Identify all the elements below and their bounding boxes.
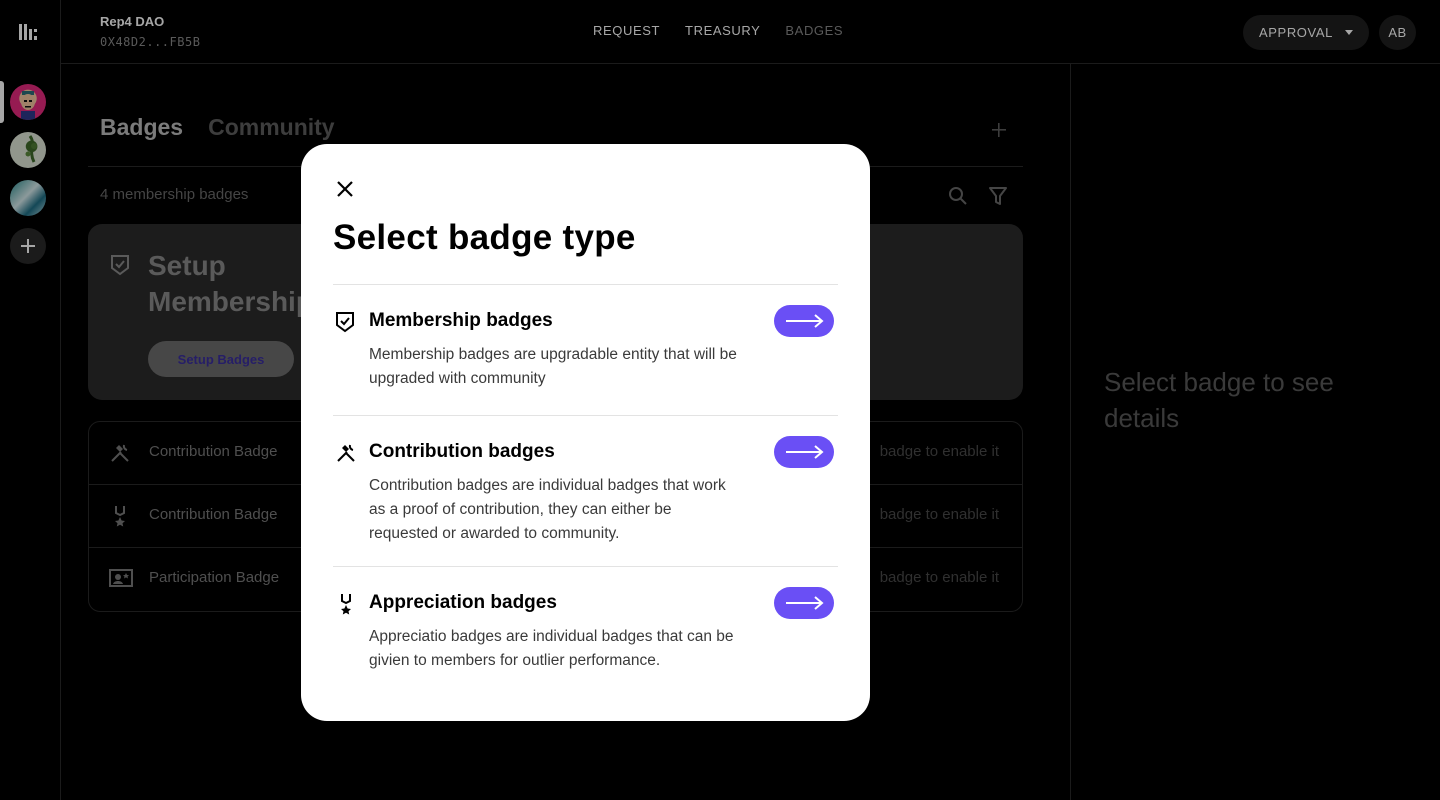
arrow-right-icon	[786, 445, 824, 459]
option-description: Appreciatio badges are individual badges…	[369, 628, 734, 669]
select-membership-button[interactable]	[774, 305, 834, 337]
option-membership-badges[interactable]: Membership badges Membership badges are …	[333, 284, 838, 415]
select-contribution-button[interactable]	[774, 436, 834, 468]
option-title: Contribution badges	[369, 441, 555, 462]
option-appreciation-badges[interactable]: Appreciation badges Appreciatio badges a…	[333, 566, 838, 721]
select-appreciation-button[interactable]	[774, 587, 834, 619]
modal-title: Select badge type	[333, 218, 636, 257]
option-description: Contribution badges are individual badge…	[369, 477, 726, 542]
select-badge-type-modal: Select badge type Membership badges Memb…	[301, 144, 870, 721]
tools-icon	[337, 444, 355, 462]
medal-icon	[341, 594, 351, 615]
close-icon[interactable]	[333, 177, 357, 201]
arrow-right-icon	[786, 596, 824, 610]
shield-check-icon	[336, 312, 354, 333]
option-title: Appreciation badges	[369, 592, 557, 613]
option-title: Membership badges	[369, 310, 553, 331]
option-contribution-badges[interactable]: Contribution badges Contribution badges …	[333, 415, 838, 566]
arrow-right-icon	[786, 314, 824, 328]
option-description: Membership badges are upgradable entity …	[369, 346, 737, 387]
